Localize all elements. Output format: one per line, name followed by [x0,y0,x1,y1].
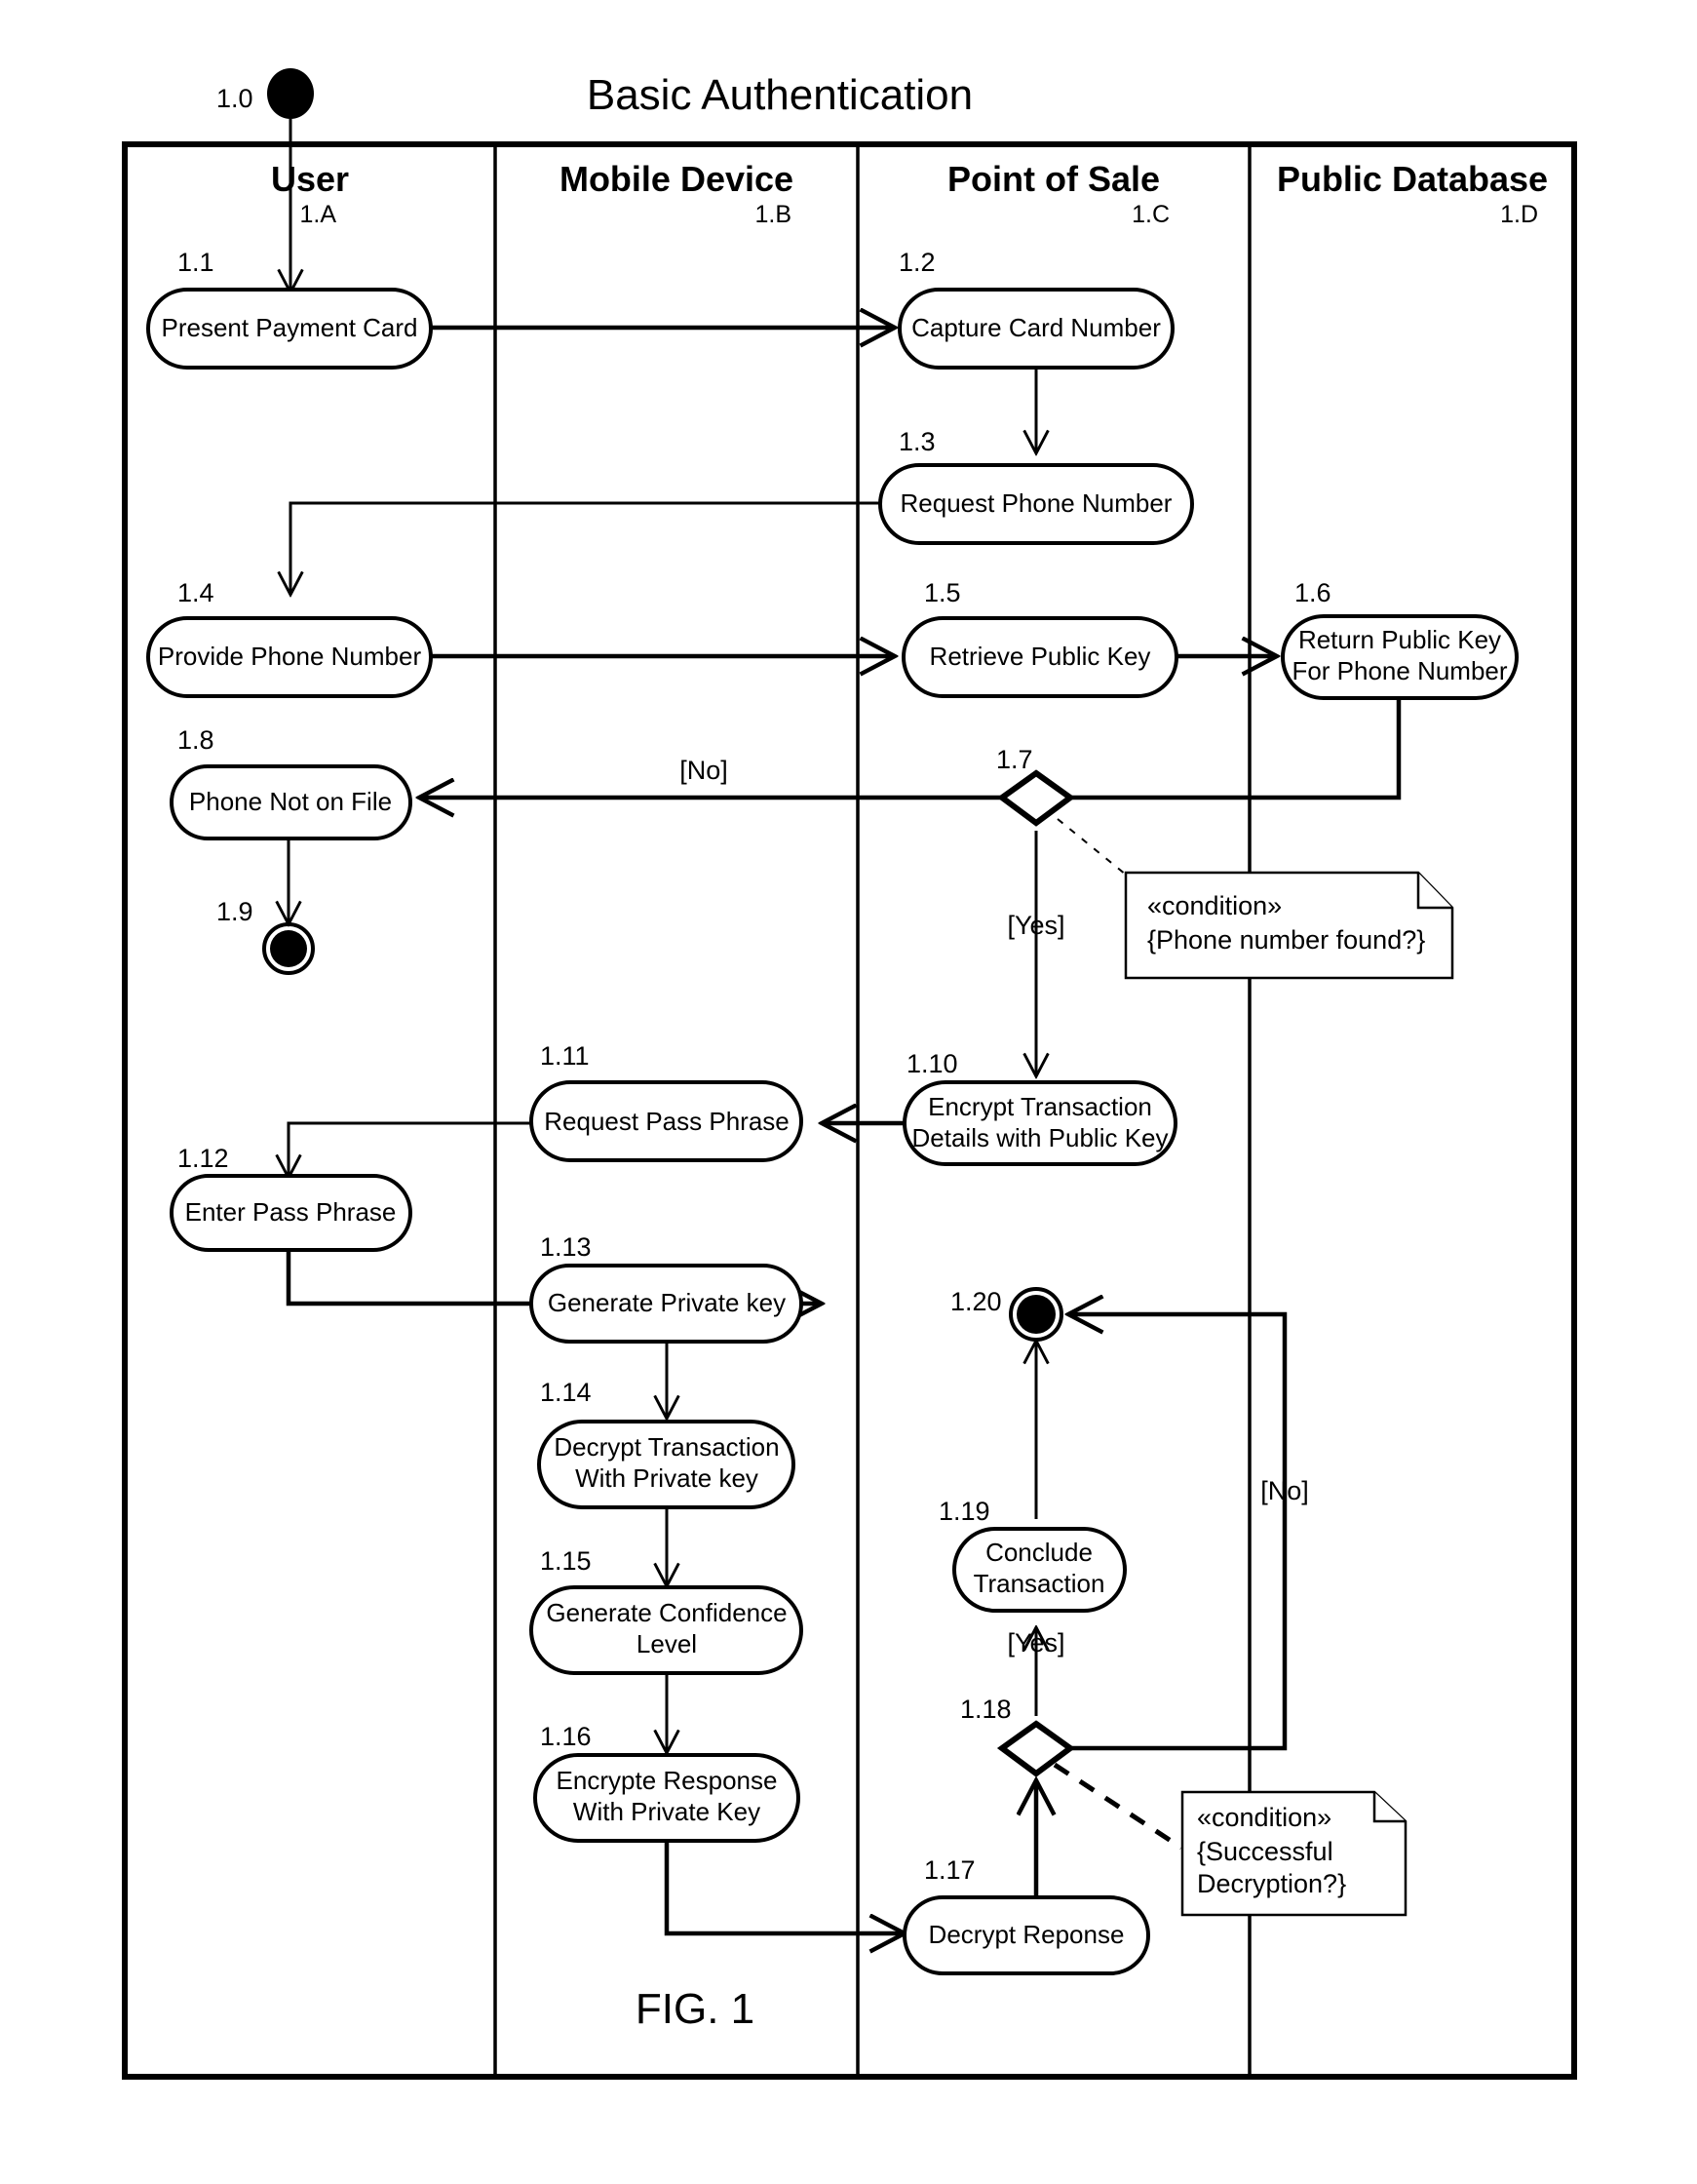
activity-node-1-2[interactable]: 1.2 Capture Card Number [898,248,1175,370]
node-id-1-3: 1.3 [899,427,936,456]
node-label-1-4: Provide Phone Number [158,642,422,671]
final-node-core-1-9 [270,930,307,967]
activity-node-1-8[interactable]: 1.8 Phone Not on File [170,725,412,840]
lane-header-public-database: Public Database [1277,159,1548,199]
figure-label: FIG. 1 [636,1985,754,2033]
node-id-1-4: 1.4 [177,578,214,607]
condition-note-1-7[interactable]: «condition» {Phone number found?} [1124,871,1454,980]
edge-1-6-to-1-7 [1070,692,1402,800]
node-label-1-5: Retrieve Public Key [930,642,1151,671]
note-leader-1-7 [1057,818,1127,876]
condition-note-1-18[interactable]: «condition» {Successful Decryption?} [1180,1790,1408,1917]
final-node-core-1-20 [1017,1295,1056,1334]
activity-node-1-5[interactable]: 1.5 Retrieve Public Key [902,578,1178,698]
node-label-1-16-line1: Encrypte Response [557,1766,778,1795]
activity-node-1-19[interactable]: 1.19 Conclude Transaction [939,1497,1127,1613]
node-id-1-5: 1.5 [924,578,961,607]
activity-node-1-13[interactable]: 1.13 Generate Private key [529,1232,803,1344]
node-id-1-0: 1.0 [216,84,253,113]
node-label-1-15-line1: Generate Confidence [546,1598,787,1627]
node-label-1-11: Request Pass Phrase [544,1107,789,1136]
node-id-1-17: 1.17 [924,1855,976,1885]
node-label-1-6-line2: For Phone Number [1292,656,1507,685]
decision-node-1-7[interactable]: 1.7 [996,745,1076,827]
node-label-1-2: Capture Card Number [911,313,1161,342]
guard-label-no-1-7: [No] [679,756,728,785]
node-id-1-8: 1.8 [177,725,214,755]
final-node-1-9[interactable]: 1.9 [216,897,315,975]
activity-node-1-6[interactable]: 1.6 Return Public Key For Phone Number [1281,578,1519,700]
activity-node-1-17[interactable]: 1.17 Decrypt Reponse [903,1855,1150,1975]
activity-node-1-4[interactable]: 1.4 Provide Phone Number [146,578,433,698]
lane-number-point-of-sale: 1.C [1132,201,1170,228]
activity-node-1-11[interactable]: 1.11 Request Pass Phrase [529,1041,803,1162]
node-label-1-17: Decrypt Reponse [929,1920,1125,1949]
node-id-1-2: 1.2 [899,248,936,277]
activity-diagram: Basic Authentication 1.0 User 1.A Mobile… [122,68,1577,2080]
node-id-1-9: 1.9 [216,897,253,926]
node-label-1-6-line1: Return Public Key [1298,625,1501,654]
node-id-1-11: 1.11 [540,1041,590,1071]
activity-node-1-12[interactable]: 1.12 Enter Pass Phrase [170,1144,412,1252]
lane-number-user: 1.A [299,201,336,228]
node-id-1-10: 1.10 [906,1049,958,1078]
lane-header-point-of-sale: Point of Sale [947,159,1160,199]
node-label-1-13: Generate Private key [548,1288,786,1317]
node-id-1-6: 1.6 [1294,578,1331,607]
guard-label-yes-1-18: [Yes] [1007,1628,1064,1658]
node-id-1-12: 1.12 [177,1144,229,1173]
note-stereotype-1-18: «condition» [1197,1803,1331,1832]
note-text-1-7: {Phone number found?} [1147,925,1425,955]
node-label-1-14-line1: Decrypt Transaction [554,1432,779,1462]
activity-node-1-10[interactable]: 1.10 Encrypt Transaction Details with Pu… [903,1049,1177,1166]
node-label-1-14-line2: With Private key [575,1463,758,1493]
node-id-1-19: 1.19 [939,1497,990,1526]
node-id-1-7: 1.7 [996,745,1033,774]
node-label-1-15-line2: Level [636,1629,697,1658]
lane-number-public-database: 1.D [1500,201,1538,228]
node-id-1-16: 1.16 [540,1722,592,1751]
note-leader-1-18 [1053,1762,1183,1851]
decision-diamond-1-7 [996,769,1076,827]
edge-1-3-to-1-4 [290,501,895,595]
figure-page: Basic Authentication 1.0 User 1.A Mobile… [0,0,1697,2184]
node-label-1-16-line2: With Private Key [573,1797,760,1826]
guard-label-no-1-18: [No] [1260,1476,1309,1505]
node-id-1-1: 1.1 [177,248,214,277]
decision-node-1-18[interactable]: 1.18 [960,1695,1076,1777]
edge-1-16-to-1-17 [664,1840,905,1933]
note-text-1-18-line1: {Successful [1197,1837,1333,1866]
initial-node-1-0 [267,68,314,119]
node-label-1-1: Present Payment Card [161,313,417,342]
node-id-1-13: 1.13 [540,1232,592,1262]
node-label-1-3: Request Phone Number [901,488,1173,518]
lane-header-user: User [271,159,349,199]
node-label-1-10-line2: Details with Public Key [912,1123,1169,1152]
node-label-1-12: Enter Pass Phrase [185,1197,397,1227]
lane-header-mobile-device: Mobile Device [559,159,793,199]
node-id-1-14: 1.14 [540,1378,592,1407]
page-title: Basic Authentication [587,71,973,119]
guard-label-yes-1-7: [Yes] [1007,911,1064,940]
note-text-1-18-line2: Decryption?} [1197,1869,1346,1898]
node-label-1-19-line1: Conclude [985,1538,1093,1567]
node-id-1-15: 1.15 [540,1546,592,1576]
node-label-1-19-line2: Transaction [974,1569,1105,1598]
lane-number-mobile-device: 1.B [754,201,791,228]
node-label-1-8: Phone Not on File [189,787,392,816]
note-stereotype-1-7: «condition» [1147,891,1282,920]
swimlane-frame [122,141,1577,2080]
node-id-1-18: 1.18 [960,1695,1012,1724]
node-id-1-20: 1.20 [950,1287,1002,1316]
node-label-1-10-line1: Encrypt Transaction [928,1092,1152,1121]
final-node-1-20[interactable]: 1.20 [950,1287,1063,1342]
